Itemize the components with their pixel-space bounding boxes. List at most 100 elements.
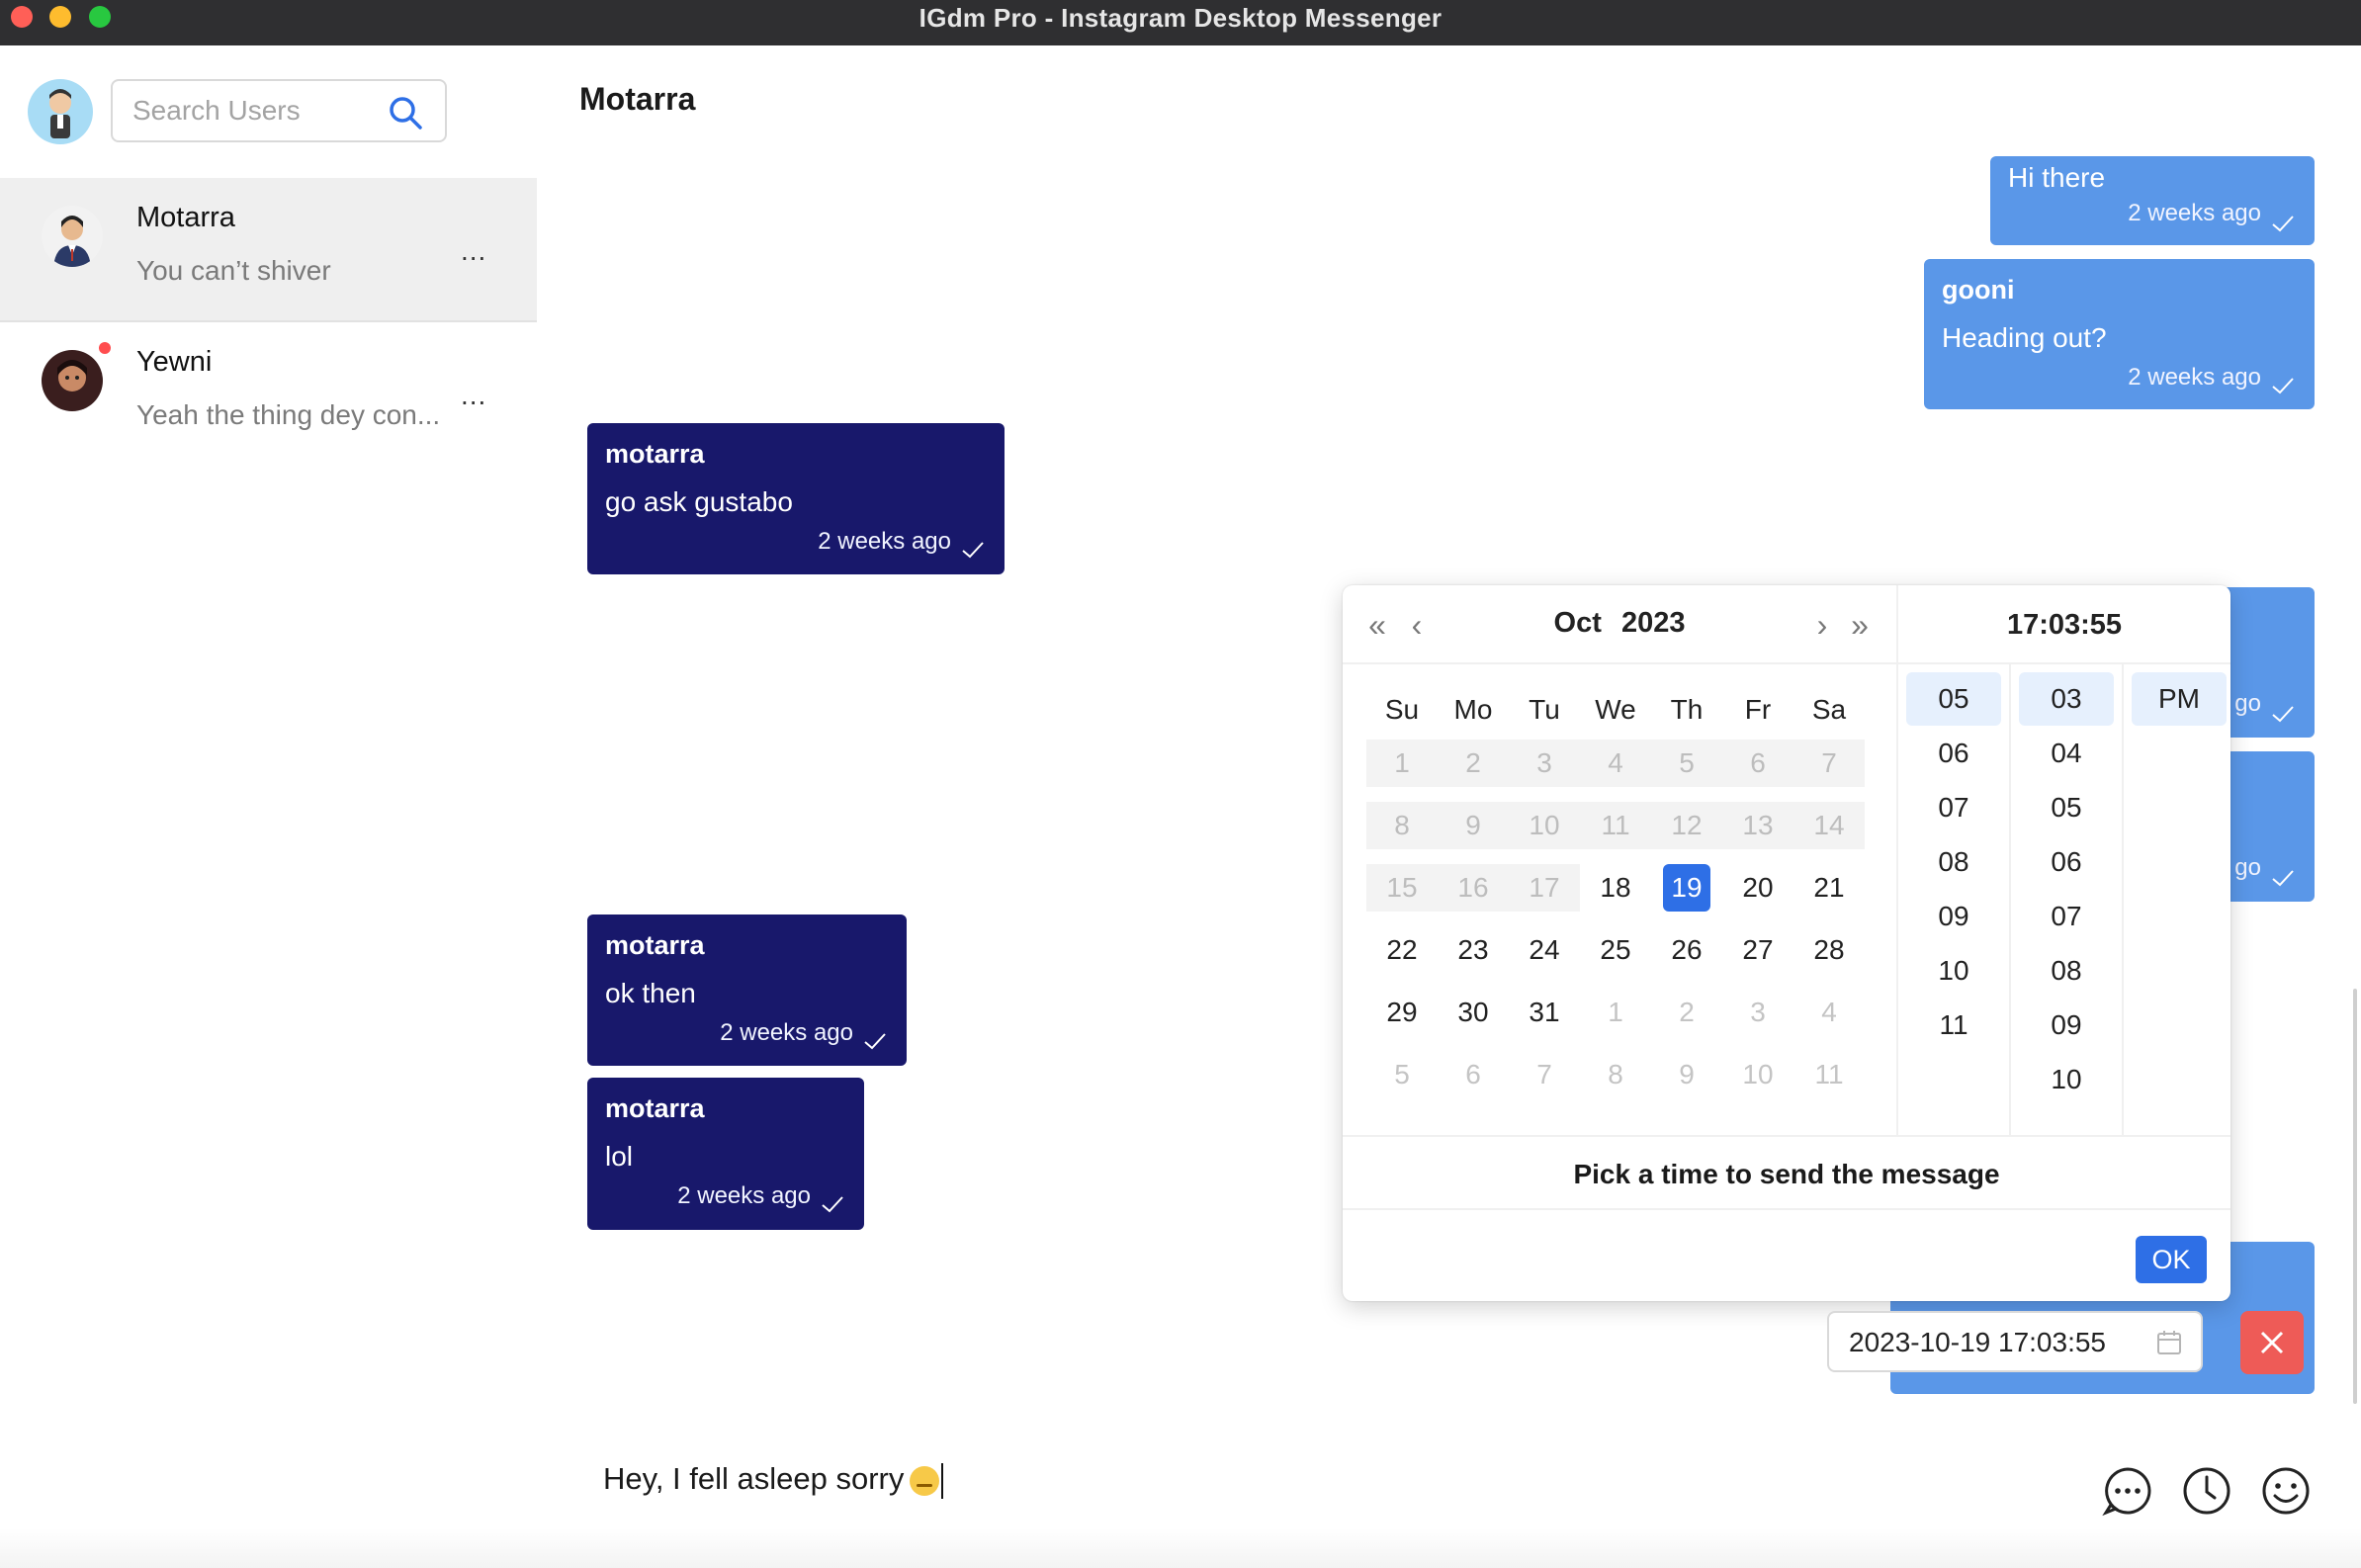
minute-option[interactable]: 05	[2019, 781, 2114, 834]
minute-option[interactable]: 10	[2019, 1053, 2114, 1106]
message-composer[interactable]: Hey, I fell asleep sorry	[603, 1461, 944, 1499]
schedule-datetime-input[interactable]: 2023-10-19 17:03:55	[1827, 1311, 2203, 1372]
calendar-day[interactable]: 4	[1793, 989, 1865, 1036]
next-year-button[interactable]: »	[1845, 607, 1875, 644]
close-icon	[2260, 1331, 2284, 1354]
calendar-day[interactable]: 30	[1438, 989, 1509, 1036]
minute-option[interactable]: 04	[2019, 727, 2114, 780]
hour-column[interactable]: 05 06 07 08 09 10 11	[1896, 664, 2009, 1135]
conversation-preview: You can’t shiver	[136, 255, 331, 286]
cancel-schedule-button[interactable]	[2240, 1311, 2304, 1374]
conversation-name: Motarra	[136, 202, 235, 233]
calendar-day[interactable]: 23	[1438, 926, 1509, 974]
window-bottom-edge	[0, 1528, 2361, 1568]
search-input[interactable]	[132, 91, 370, 131]
more-options-button[interactable]: ...	[461, 380, 486, 411]
search-icon[interactable]	[388, 95, 423, 131]
message-time: go	[2234, 690, 2261, 717]
weekday-label: Mo	[1453, 694, 1493, 725]
message-text: ok then	[605, 978, 696, 1008]
calendar-day[interactable]: 10	[1722, 1051, 1793, 1098]
calendar-day: 3	[1509, 740, 1580, 787]
message-text: Hi there	[2008, 162, 2106, 193]
more-options-button[interactable]: ...	[461, 235, 486, 267]
calendar-day[interactable]: 5	[1366, 1051, 1438, 1098]
minute-option[interactable]: 09	[2019, 999, 2114, 1052]
calendar-day[interactable]: 26	[1651, 926, 1722, 974]
meridiem-column[interactable]: PM	[2122, 664, 2230, 1135]
minute-column[interactable]: 03 04 05 06 07 08 09 10	[2009, 664, 2122, 1135]
calendar-day[interactable]: 29	[1366, 989, 1438, 1036]
calendar-day[interactable]: 6	[1438, 1051, 1509, 1098]
message-bubble[interactable]: motarra ok then 2 weeks ago	[587, 915, 907, 1066]
hour-option[interactable]: 05	[1906, 672, 2001, 726]
conversation-item-yewni[interactable]: Yewni Yeah the thing dey con... ...	[0, 322, 537, 467]
hour-option[interactable]: 09	[1906, 890, 2001, 943]
calendar-day: 2	[1438, 740, 1509, 787]
calendar-day[interactable]: 1	[1580, 989, 1651, 1036]
ok-button[interactable]: OK	[2136, 1236, 2207, 1283]
message-bubble[interactable]: motarra lol 2 weeks ago	[587, 1078, 864, 1230]
sidebar: Motarra You can’t shiver ... Yewni Yeah …	[0, 45, 537, 1568]
calendar-day[interactable]: 21	[1793, 864, 1865, 912]
calendar-day: 11	[1580, 802, 1651, 849]
calendar-day[interactable]: 9	[1651, 1051, 1722, 1098]
calendar-day: 5	[1651, 740, 1722, 787]
calendar-day[interactable]: 24	[1509, 926, 1580, 974]
message-text: go ask gustabo	[605, 486, 793, 517]
calendar-day-selected[interactable]: 19	[1651, 864, 1722, 912]
calendar-day: 6	[1722, 740, 1793, 787]
hour-option[interactable]: 11	[1906, 999, 2001, 1052]
month-label[interactable]: Oct	[1554, 607, 1602, 639]
weekday-label: Su	[1384, 694, 1420, 725]
hour-option[interactable]: 08	[1906, 835, 2001, 889]
check-icon	[2272, 378, 2294, 394]
calendar-icon[interactable]	[2155, 1329, 2183, 1356]
conversation-item-motarra[interactable]: Motarra You can’t shiver ...	[0, 178, 537, 322]
calendar-day[interactable]: 31	[1509, 989, 1580, 1036]
hour-option[interactable]: 06	[1906, 727, 2001, 780]
calendar-header: « ‹ Oct 2023 › »	[1343, 585, 1896, 664]
calendar-day[interactable]: 28	[1793, 926, 1865, 974]
year-label[interactable]: 2023	[1621, 607, 1686, 639]
calendar-day[interactable]: 22	[1366, 926, 1438, 974]
calendar-day[interactable]: 8	[1580, 1051, 1651, 1098]
minute-option[interactable]: 03	[2019, 672, 2114, 726]
calendar-day[interactable]: 18	[1580, 864, 1651, 912]
check-icon	[864, 1033, 886, 1050]
calendar-day: 15	[1366, 864, 1438, 912]
chat-bubble-icon[interactable]	[2102, 1465, 2153, 1517]
hour-option[interactable]: 07	[1906, 781, 2001, 834]
calendar-day[interactable]: 2	[1651, 989, 1722, 1036]
calendar-day: 8	[1366, 802, 1438, 849]
minute-option[interactable]: 06	[2019, 835, 2114, 889]
weekday-label: Th	[1670, 694, 1704, 725]
calendar-day[interactable]: 3	[1722, 989, 1793, 1036]
calendar-day[interactable]: 7	[1509, 1051, 1580, 1098]
check-icon	[962, 542, 984, 559]
minute-option[interactable]: 07	[2019, 890, 2114, 943]
minute-option[interactable]: 08	[2019, 944, 2114, 998]
calendar-day[interactable]: 11	[1793, 1051, 1865, 1098]
calendar-day[interactable]: 25	[1580, 926, 1651, 974]
my-avatar[interactable]	[28, 79, 93, 144]
calendar-day: 7	[1793, 740, 1865, 787]
smiley-icon[interactable]	[2260, 1465, 2312, 1517]
calendar-day[interactable]: 27	[1722, 926, 1793, 974]
hour-option[interactable]: 10	[1906, 944, 2001, 998]
calendar-day: 9	[1438, 802, 1509, 849]
message-bubble[interactable]: gooni Heading out? 2 weeks ago	[1924, 259, 2315, 409]
next-month-button[interactable]: ›	[1807, 607, 1837, 644]
calendar-day[interactable]: 20	[1722, 864, 1793, 912]
meridiem-option[interactable]: PM	[2132, 672, 2227, 726]
message-bubble[interactable]: motarra go ask gustabo 2 weeks ago	[587, 423, 1005, 574]
message-time: 2 weeks ago	[720, 1019, 853, 1046]
chat-scrollbar[interactable]	[2353, 989, 2357, 1404]
window-title: IGdm Pro - Instagram Desktop Messenger	[918, 3, 1443, 33]
calendar-day: 13	[1722, 802, 1793, 849]
weekday-label: We	[1595, 694, 1636, 725]
sleepy-emoji-icon	[910, 1465, 940, 1496]
message-bubble[interactable]: Hi there 2 weeks ago	[1990, 156, 2315, 245]
conversation-name: Yewni	[136, 346, 213, 378]
clock-icon[interactable]	[2181, 1465, 2232, 1517]
